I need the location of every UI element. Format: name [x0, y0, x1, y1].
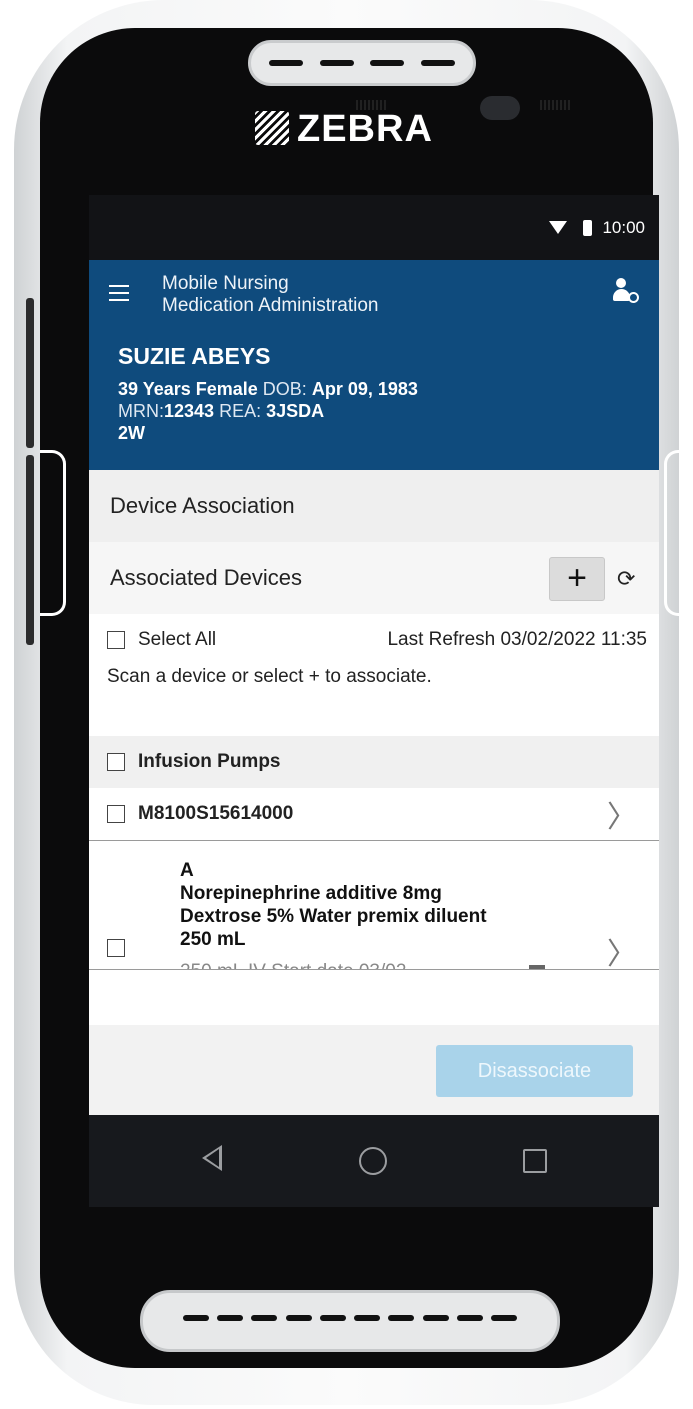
patient-dob: Apr 09, 1983 [311, 379, 418, 399]
last-refresh-text: Last Refresh 03/02/2022 11:35 [387, 629, 647, 650]
medication-line2: Dextrose 5% Water premix diluent [180, 906, 487, 927]
add-device-button[interactable]: + [549, 557, 605, 601]
device-checkbox[interactable] [107, 805, 125, 823]
medication-checkbox[interactable] [107, 939, 125, 957]
patient-mrn: 12343 [164, 401, 215, 421]
hamburger-menu-icon[interactable] [109, 285, 129, 301]
medication-line3: 250 mL [180, 929, 246, 950]
patient-name: SUZIE ABEYS [118, 343, 271, 369]
associated-devices-title: Associated Devices [110, 565, 302, 590]
rea-label: REA: [219, 401, 262, 421]
app-title-line2: Medication Administration [162, 295, 379, 316]
device-id: M8100S15614000 [138, 803, 294, 824]
scan-hint: Scan a device or select + to associate. [107, 666, 432, 687]
dob-label: DOB: [262, 379, 307, 399]
home-icon[interactable] [359, 1147, 387, 1175]
channel-label: A [180, 860, 194, 881]
app-title: Mobile Nursing Medication Administration [162, 273, 379, 317]
front-camera [480, 96, 520, 120]
group-checkbox[interactable] [107, 753, 125, 771]
patient-rea: 3JSDA [266, 401, 325, 421]
wifi-icon [549, 221, 568, 234]
patient-demographics: 39 Years Female DOB: Apr 09, 1983 [118, 379, 418, 400]
patient-age-sex: 39 Years Female [118, 379, 258, 399]
status-time: 10:00 [602, 217, 645, 237]
status-bar: 10:00 [89, 195, 659, 260]
app-title-line1: Mobile Nursing [162, 273, 289, 294]
medication-details: A Norepinephrine additive 8mg Dextrose 5… [180, 859, 600, 951]
patient-unit: 2W [118, 423, 145, 443]
medication-line1: Norepinephrine additive 8mg [180, 883, 442, 904]
select-all-row: Select All Last Refresh 03/02/2022 11:35 [89, 614, 659, 666]
right-grip-marker [664, 450, 690, 616]
refresh-icon[interactable]: ⟳ [617, 566, 635, 592]
left-grip-marker [40, 450, 66, 616]
recent-apps-icon[interactable] [523, 1149, 547, 1173]
chevron-right-icon[interactable]: 〉 [607, 792, 637, 836]
back-icon[interactable] [202, 1145, 222, 1171]
chevron-right-icon[interactable]: 〉 [607, 929, 637, 969]
sensor-right [540, 100, 570, 110]
patient-search-icon[interactable] [613, 278, 639, 308]
group-row-infusion-pumps[interactable]: Infusion Pumps [89, 736, 659, 788]
group-label: Infusion Pumps [138, 751, 281, 772]
brand-name: ZEBRA [297, 108, 433, 150]
medication-subtext: 250 mL IV Start date 03/02 [180, 961, 406, 969]
battery-icon [583, 219, 593, 236]
side-button-upper [26, 298, 34, 448]
top-speaker-grille [248, 40, 476, 86]
associated-devices-header: Associated Devices + ⟳ [89, 542, 659, 614]
patient-ids: MRN:12343 REA: 3JSDA [118, 401, 324, 422]
bottom-speaker-grille [140, 1290, 560, 1352]
select-all-checkbox[interactable] [107, 631, 125, 649]
brand-logo: ZEBRA [255, 108, 433, 151]
app-header: Mobile Nursing Medication Administration… [89, 260, 659, 470]
device-screen: 10:00 Mobile Nursing Medication Administ… [89, 195, 659, 1115]
action-bar: Disassociate [89, 1025, 659, 1115]
select-all-label: Select All [138, 629, 217, 650]
zebra-logo-icon [255, 111, 289, 145]
android-nav-bar [89, 1115, 659, 1207]
mrn-label: MRN: [118, 401, 164, 421]
medication-row[interactable]: A Norepinephrine additive 8mg Dextrose 5… [89, 841, 659, 970]
patient-unit-line: 2W [118, 423, 145, 444]
note-icon [529, 965, 545, 969]
side-button-lower [26, 455, 34, 645]
device-row[interactable]: M8100S15614000 〉 [89, 788, 659, 841]
disassociate-button[interactable]: Disassociate [436, 1045, 633, 1097]
section-title: Device Association [89, 470, 659, 542]
